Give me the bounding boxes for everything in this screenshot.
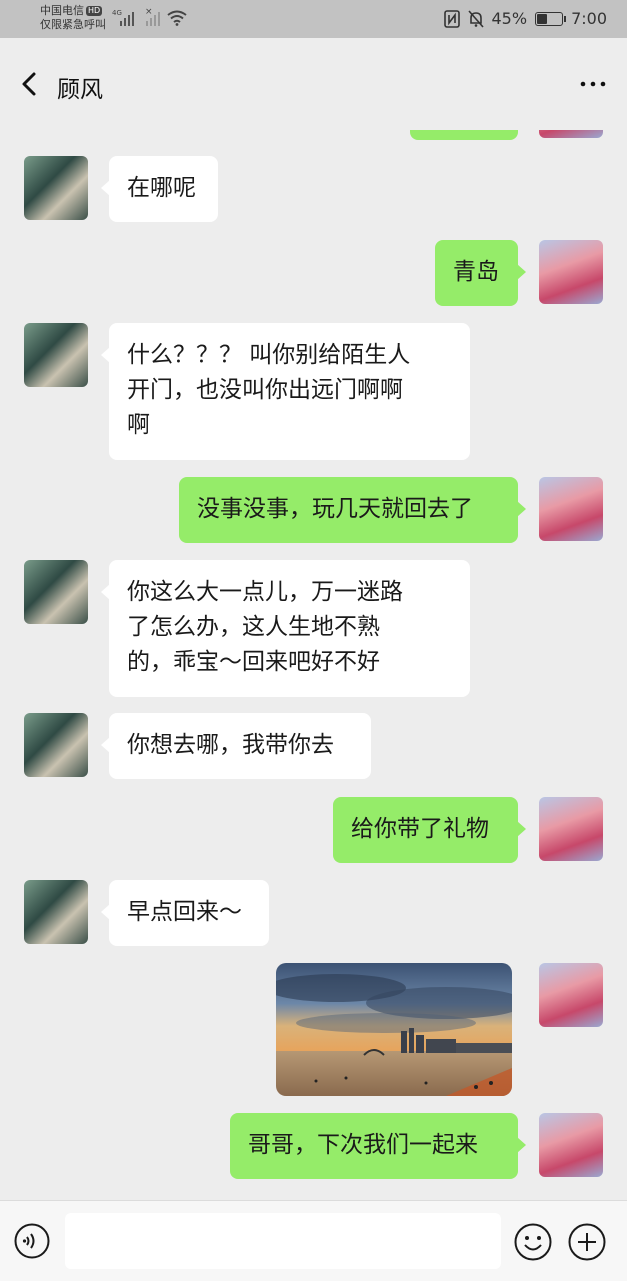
wifi-icon	[167, 10, 187, 26]
battery-percent: 45%	[491, 9, 528, 28]
clock: 7:00	[571, 9, 607, 28]
carrier-info: 中国电信 HD 仅限紧急呼叫	[40, 4, 106, 32]
contact-avatar[interactable]	[24, 713, 88, 777]
voice-icon[interactable]	[14, 1223, 50, 1259]
options-icon[interactable]	[577, 70, 609, 98]
signal-icon-2	[146, 10, 160, 26]
nfc-icon	[443, 9, 460, 28]
message-text: 在哪呢	[127, 175, 196, 201]
message-bubble[interactable]: 青岛	[435, 240, 526, 306]
message-bubble[interactable]: 哥哥，下次我们一起来	[230, 1113, 526, 1179]
contact-avatar[interactable]	[24, 156, 88, 220]
status-bar: 中国电信 HD 仅限紧急呼叫 4G × 45% 7:00	[0, 0, 627, 38]
signal-icon	[120, 10, 134, 26]
message-line: 啊	[127, 412, 150, 438]
message-text: 你想去哪，我带你去	[127, 732, 334, 758]
message-text: 早点回来～	[127, 899, 242, 925]
message-bubble[interactable]: 给你带了礼物	[333, 797, 526, 863]
my-avatar[interactable]	[539, 240, 603, 304]
message-bubble[interactable]: 没事没事，玩几天就回去了	[179, 477, 526, 543]
message-bubble[interactable]: 你这么大一点儿，万一迷路 了怎么办，这人生地不熟 的，乖宝～回来吧好不好	[101, 560, 470, 697]
emergency-only-text: 仅限紧急呼叫	[40, 18, 106, 31]
message-line: 你这么大一点儿，万一迷路	[127, 579, 403, 605]
emoji-icon[interactable]	[514, 1223, 552, 1261]
message-text: 哥哥，下次我们一起来	[248, 1132, 478, 1158]
message-bubble[interactable]: 什么？？？ 叫你别给陌生人 开门，也没叫你出远门啊啊 啊	[101, 323, 470, 460]
my-avatar[interactable]	[539, 797, 603, 861]
my-avatar[interactable]	[539, 477, 603, 541]
message-bubble[interactable]: 在哪呢	[101, 156, 218, 222]
message-text: 没事没事，玩几天就回去了	[197, 496, 473, 522]
plus-icon[interactable]	[568, 1223, 606, 1261]
message-input[interactable]	[65, 1213, 501, 1269]
back-chevron-icon[interactable]	[18, 70, 40, 98]
my-avatar[interactable]	[539, 1113, 603, 1177]
battery-icon	[535, 11, 567, 26]
message-text: 青岛	[453, 259, 499, 285]
message-line: 的，乖宝～回来吧好不好	[127, 649, 380, 675]
bell-off-icon	[467, 9, 484, 28]
message-line: 了怎么办，这人生地不熟	[127, 614, 380, 640]
input-bar	[0, 1200, 627, 1281]
message-line: 开门，也没叫你出远门啊啊	[127, 377, 403, 403]
my-avatar[interactable]	[539, 963, 603, 1027]
message-bubble[interactable]: 你想去哪，我带你去	[101, 713, 371, 779]
contact-avatar[interactable]	[24, 880, 88, 944]
chat-header-overlay: 顾风	[0, 38, 627, 130]
beach-sunset-photo	[276, 963, 512, 1096]
hd-badge: HD	[86, 6, 103, 16]
carrier-name: 中国电信	[40, 4, 84, 17]
message-line: 什么？？？ 叫你别给陌生人	[127, 342, 411, 368]
message-bubble[interactable]: 早点回来～	[101, 880, 269, 946]
contact-name: 顾风	[57, 77, 103, 103]
photo-message[interactable]	[276, 963, 512, 1096]
contact-avatar[interactable]	[24, 323, 88, 387]
message-text: 给你带了礼物	[351, 816, 489, 842]
contact-avatar[interactable]	[24, 560, 88, 624]
